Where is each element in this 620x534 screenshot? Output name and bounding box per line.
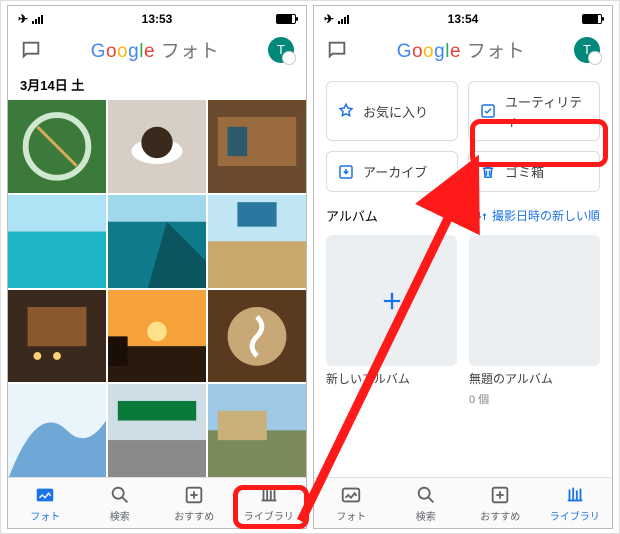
plus-icon <box>378 287 406 315</box>
photos-icon <box>340 484 362 506</box>
tab-label: おすすめ <box>174 508 214 523</box>
photo-thumbnail[interactable] <box>208 195 306 288</box>
sort-button[interactable]: 撮影日時の新しい順 <box>476 207 600 224</box>
search-icon <box>109 484 131 506</box>
status-bar: ✈︎ 13:54 <box>314 6 612 28</box>
chip-label: ユーティリティ <box>505 92 589 130</box>
section-title: アルバム <box>326 206 378 225</box>
tab-label: フォト <box>336 508 366 523</box>
tab-label: おすすめ <box>480 508 520 523</box>
photo-grid[interactable] <box>8 100 306 477</box>
tab-suggest[interactable]: おすすめ <box>463 478 538 528</box>
photos-icon <box>34 484 56 506</box>
sort-icon <box>476 210 488 222</box>
photo-thumbnail[interactable] <box>108 100 206 193</box>
chip-trash[interactable]: ゴミ箱 <box>468 151 600 192</box>
search-icon <box>415 484 437 506</box>
photo-thumbnail[interactable] <box>108 384 206 477</box>
suggest-icon <box>183 484 205 506</box>
status-bar: ✈︎ 13:53 <box>8 6 306 28</box>
avatar[interactable]: T <box>268 37 294 63</box>
chip-utilities[interactable]: ユーティリティ <box>468 81 600 141</box>
album-untitled[interactable]: 無題のアルバム 0 個 <box>469 235 600 407</box>
chip-label: お気に入り <box>363 102 428 121</box>
photo-thumbnail[interactable] <box>8 290 106 383</box>
status-time: 13:53 <box>8 12 306 26</box>
phone-right: ✈︎ 13:54 Google フォト T お気に入り ユーティリティ アーカイ… <box>313 5 613 529</box>
tab-photos[interactable]: フォト <box>8 478 83 528</box>
album-label: 無題のアルバム <box>469 370 600 387</box>
photo-thumbnail[interactable] <box>108 290 206 383</box>
tab-search[interactable]: 検索 <box>83 478 158 528</box>
album-new[interactable]: 新しいアルバム <box>326 235 457 407</box>
tab-label: ライブラリ <box>244 508 294 523</box>
library-icon <box>564 484 586 506</box>
photo-thumbnail[interactable] <box>8 100 106 193</box>
photo-thumbnail[interactable] <box>108 195 206 288</box>
photo-thumbnail[interactable] <box>208 100 306 193</box>
tab-library[interactable]: ライブラリ <box>232 478 307 528</box>
app-title: Google フォト <box>397 36 526 63</box>
tab-suggest[interactable]: おすすめ <box>157 478 232 528</box>
bottom-tabs: フォト 検索 おすすめ ライブラリ <box>314 477 612 528</box>
tab-label: ライブラリ <box>550 508 600 523</box>
albums-grid: 新しいアルバム 無題のアルバム 0 個 <box>326 235 600 407</box>
phone-left: ✈︎ 13:53 Google フォト T 3月14日 土 フォト 検索 おすす… <box>7 5 307 529</box>
album-count: 0 個 <box>469 391 600 407</box>
bottom-tabs: フォト 検索 おすすめ ライブラリ <box>8 477 306 528</box>
app-title: Google フォト <box>91 36 220 63</box>
albums-section-header: アルバム 撮影日時の新しい順 <box>326 206 600 225</box>
date-header: 3月14日 土 <box>8 73 306 100</box>
library-content: お気に入り ユーティリティ アーカイブ ゴミ箱 アルバム 撮影日時の新しい順 新… <box>314 73 612 477</box>
suggest-icon <box>489 484 511 506</box>
avatar[interactable]: T <box>574 37 600 63</box>
tab-label: フォト <box>30 508 60 523</box>
album-thumb <box>326 235 457 366</box>
chat-icon[interactable] <box>326 39 348 61</box>
library-icon <box>258 484 280 506</box>
tab-search[interactable]: 検索 <box>389 478 464 528</box>
photo-thumbnail[interactable] <box>8 195 106 288</box>
photo-thumbnail[interactable] <box>208 290 306 383</box>
app-header: Google フォト T <box>8 28 306 73</box>
star-icon <box>337 102 355 120</box>
utility-icon <box>479 102 497 120</box>
battery-icon <box>276 14 296 24</box>
category-chips: お気に入り ユーティリティ アーカイブ ゴミ箱 <box>326 81 600 192</box>
chip-label: アーカイブ <box>363 162 427 181</box>
chip-archive[interactable]: アーカイブ <box>326 151 458 192</box>
photo-thumbnail[interactable] <box>8 384 106 477</box>
tab-library[interactable]: ライブラリ <box>538 478 613 528</box>
tab-photos[interactable]: フォト <box>314 478 389 528</box>
app-header: Google フォト T <box>314 28 612 73</box>
album-label: 新しいアルバム <box>326 370 457 387</box>
status-time: 13:54 <box>314 12 612 26</box>
tab-label: 検索 <box>110 508 130 523</box>
trash-icon <box>479 163 497 181</box>
album-thumb <box>469 235 600 366</box>
chat-icon[interactable] <box>20 39 42 61</box>
tab-label: 検索 <box>416 508 436 523</box>
battery-icon <box>582 14 602 24</box>
chip-favorites[interactable]: お気に入り <box>326 81 458 141</box>
archive-icon <box>337 163 355 181</box>
photo-thumbnail[interactable] <box>208 384 306 477</box>
chip-label: ゴミ箱 <box>505 162 544 181</box>
